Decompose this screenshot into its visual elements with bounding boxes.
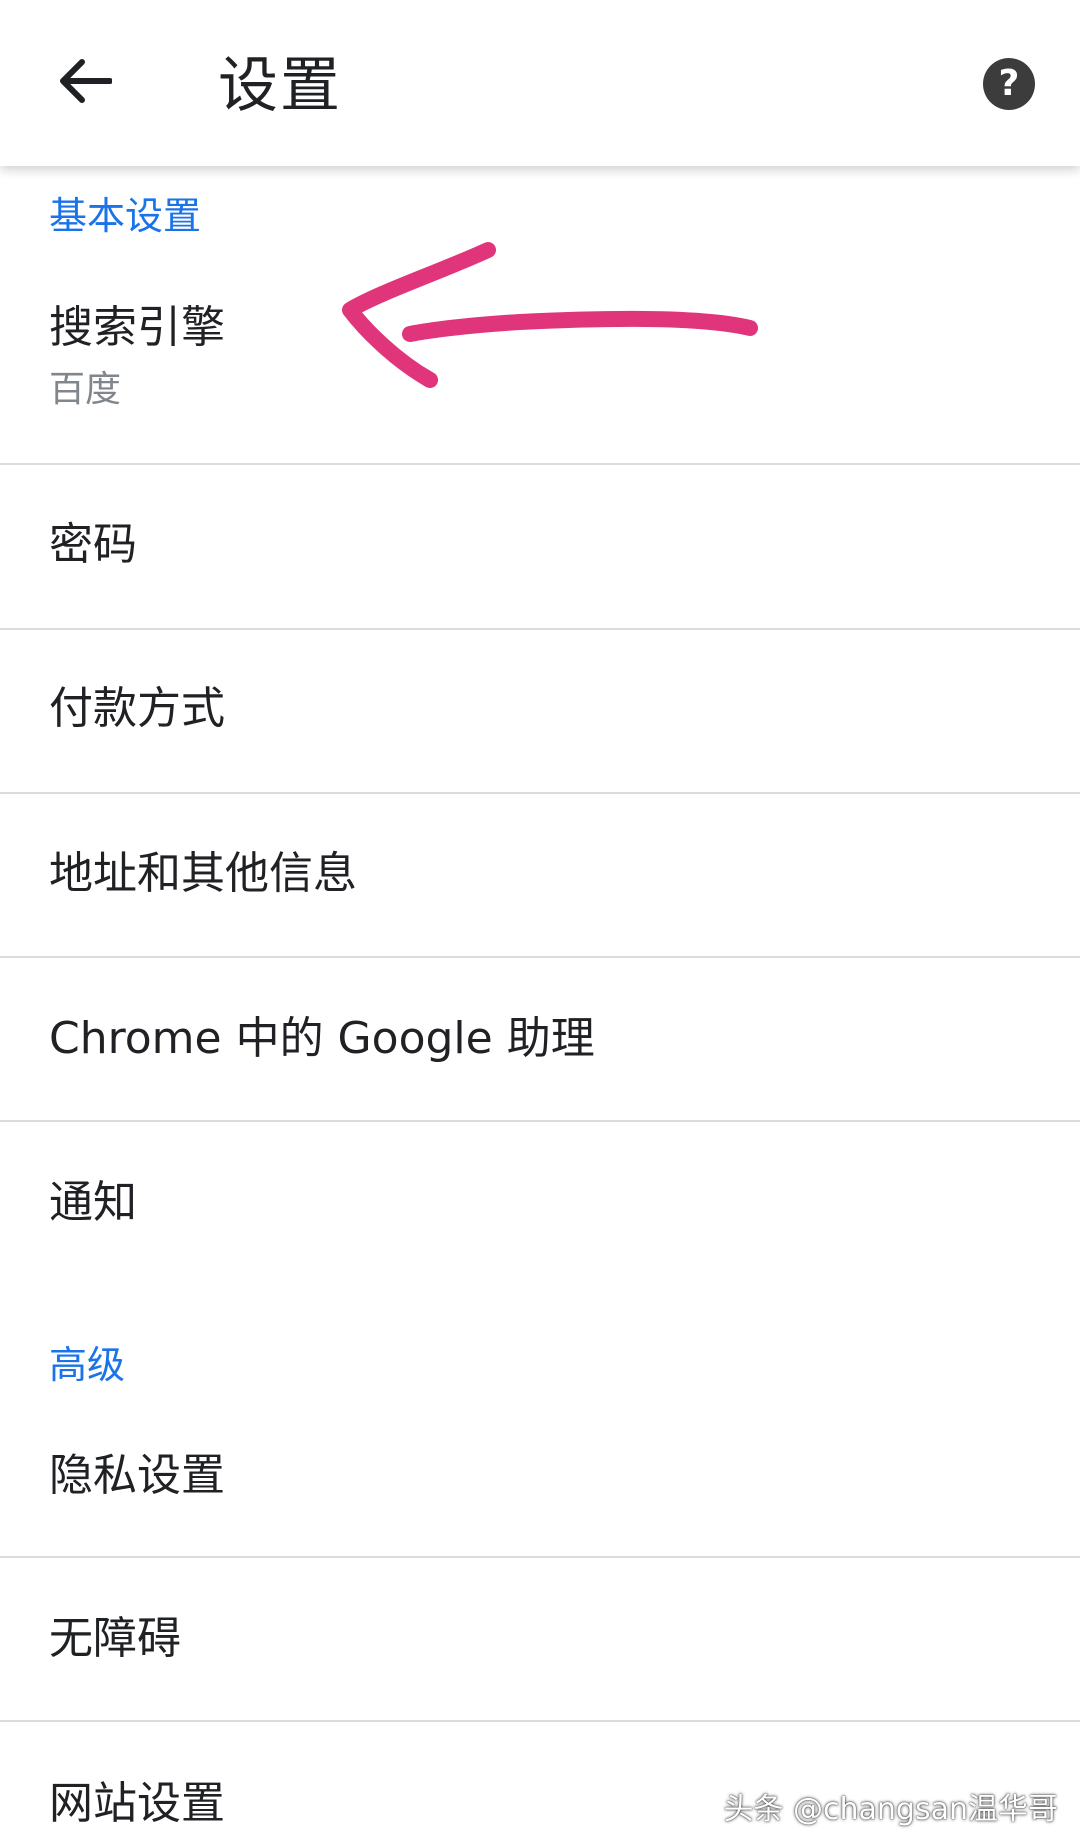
- site-settings-label: 网站设置: [49, 1778, 225, 1829]
- notifications-label: 通知: [49, 1177, 137, 1228]
- settings-item-search-engine[interactable]: 搜索引擎 百度: [0, 248, 1080, 463]
- app-bar: 设置 ?: [0, 0, 1080, 166]
- privacy-label: 隐私设置: [49, 1450, 225, 1501]
- settings-item-payment-methods[interactable]: 付款方式: [0, 630, 1080, 792]
- settings-item-notifications[interactable]: 通知: [0, 1122, 1080, 1284]
- accessibility-label: 无障碍: [49, 1613, 181, 1664]
- settings-item-passwords[interactable]: 密码: [0, 465, 1080, 628]
- watermark: 头条 @changsan温华哥: [723, 1792, 1058, 1827]
- settings-item-google-assistant[interactable]: Chrome 中的 Google 助理: [0, 958, 1080, 1120]
- settings-item-addresses[interactable]: 地址和其他信息: [0, 794, 1080, 956]
- page-title: 设置: [218, 51, 342, 121]
- section-header-basic: 基本设置: [49, 194, 202, 238]
- addresses-label: 地址和其他信息: [49, 848, 357, 899]
- settings-item-accessibility[interactable]: 无障碍: [0, 1558, 1080, 1720]
- payment-methods-label: 付款方式: [49, 683, 225, 734]
- passwords-label: 密码: [49, 519, 137, 570]
- back-button[interactable]: [50, 46, 120, 116]
- google-assistant-label: Chrome 中的 Google 助理: [49, 1013, 595, 1064]
- search-engine-label: 搜索引擎: [49, 302, 225, 353]
- section-header-advanced: 高级: [49, 1343, 126, 1387]
- search-engine-value: 百度: [49, 369, 122, 410]
- help-icon[interactable]: ?: [983, 58, 1035, 110]
- settings-item-privacy[interactable]: 隐私设置: [0, 1398, 1080, 1556]
- arrow-left-icon: [60, 59, 112, 103]
